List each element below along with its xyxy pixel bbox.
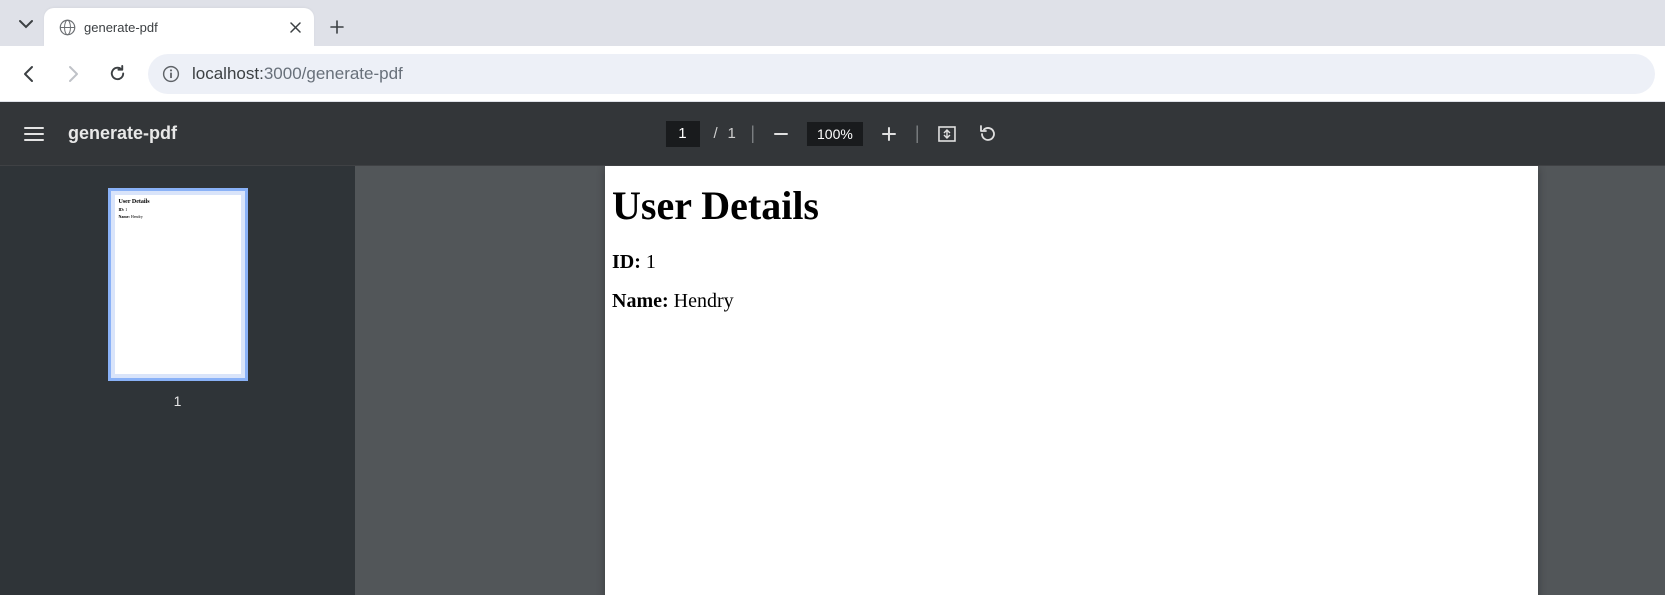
search-tabs-button[interactable] (8, 6, 44, 42)
browser-toolbar: localhost:3000/generate-pdf (0, 46, 1665, 102)
page-total: / 1 (713, 125, 736, 142)
rotate-button[interactable] (974, 121, 1000, 147)
tab-title: generate-pdf (84, 20, 278, 35)
thumb-line: ID: 1 (119, 207, 237, 212)
page-heading: User Details (612, 182, 1531, 229)
fit-page-icon (937, 124, 957, 144)
site-info-icon[interactable] (162, 65, 180, 83)
pdf-toolbar: generate-pdf / 1 | 100% | (0, 102, 1665, 166)
globe-icon (58, 18, 76, 36)
url-host: localhost: (192, 64, 264, 83)
chevron-down-icon (19, 17, 33, 31)
tab-close-button[interactable] (286, 18, 304, 36)
field-id: ID: 1 (612, 251, 1531, 274)
page-number-input[interactable] (665, 121, 699, 147)
field-name: Name: Hendry (612, 290, 1531, 313)
close-icon (290, 22, 301, 33)
thumb-line: Name: Hendry (119, 214, 237, 219)
minus-icon (773, 126, 789, 142)
arrow-left-icon (20, 65, 38, 83)
viewer-gutter (355, 166, 605, 595)
thumbnail-preview: User Details ID: 1 Name: Hendry (115, 195, 241, 374)
thumb-heading: User Details (119, 199, 237, 205)
plus-icon (881, 126, 897, 142)
pdf-toolbar-center: / 1 | 100% | (665, 102, 999, 166)
info-circle-icon (162, 65, 180, 83)
forward-button[interactable] (54, 55, 92, 93)
arrow-right-icon (64, 65, 82, 83)
address-bar[interactable]: localhost:3000/generate-pdf (148, 54, 1655, 94)
rotate-icon (977, 124, 997, 144)
browser-tab[interactable]: generate-pdf (44, 8, 314, 46)
toolbar-divider: | (915, 123, 920, 144)
url-text: localhost:3000/generate-pdf (192, 64, 403, 84)
pdf-viewer-body: User Details ID: 1 Name: Hendry 1 User D… (0, 166, 1665, 595)
zoom-in-button[interactable] (877, 122, 901, 146)
toolbar-divider: | (750, 123, 755, 144)
new-tab-button[interactable] (322, 12, 352, 42)
back-button[interactable] (10, 55, 48, 93)
zoom-out-button[interactable] (769, 122, 793, 146)
thumbnail-page-number: 1 (174, 393, 182, 409)
hamburger-icon (24, 126, 44, 142)
fit-page-button[interactable] (934, 121, 960, 147)
reload-icon (108, 64, 127, 83)
url-path: 3000/generate-pdf (264, 64, 403, 83)
zoom-level[interactable]: 100% (807, 122, 863, 146)
document-title: generate-pdf (68, 123, 177, 144)
browser-tabstrip: generate-pdf (0, 0, 1665, 46)
plus-icon (330, 20, 344, 34)
pdf-page: User Details ID: 1 Name: Hendry (605, 166, 1538, 595)
thumbnail-sidebar: User Details ID: 1 Name: Hendry 1 (0, 166, 355, 595)
page-canvas-area[interactable]: User Details ID: 1 Name: Hendry (605, 166, 1665, 595)
reload-button[interactable] (98, 55, 136, 93)
page-thumbnail[interactable]: User Details ID: 1 Name: Hendry (108, 188, 248, 381)
sidebar-toggle-button[interactable] (20, 120, 48, 148)
